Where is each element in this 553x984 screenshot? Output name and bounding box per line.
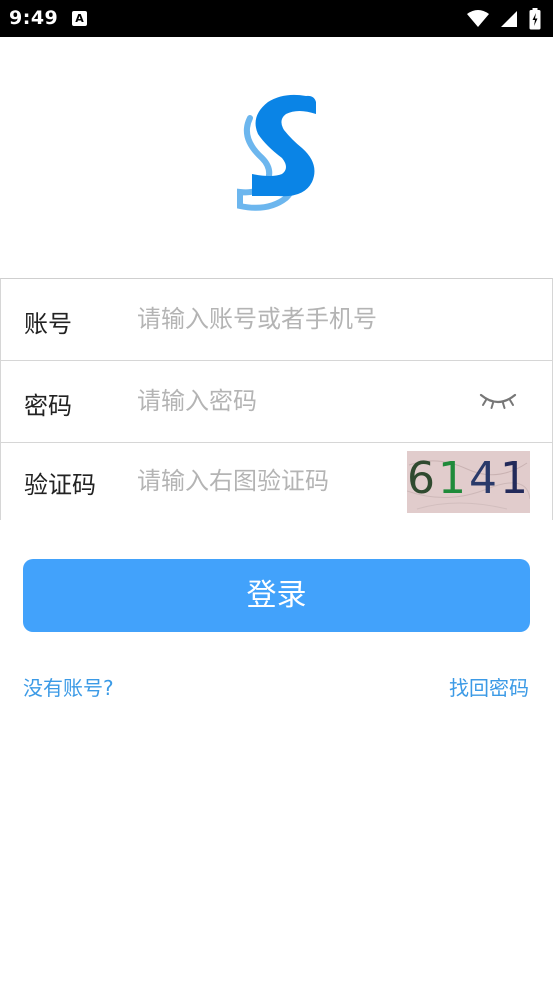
captcha-label: 验证码 [24, 471, 96, 499]
captcha-digit: 4 [469, 453, 500, 504]
signal-icon [500, 11, 517, 27]
captcha-image[interactable]: 6141 [407, 451, 530, 513]
status-icons [461, 8, 541, 30]
captcha-input[interactable] [137, 461, 392, 501]
password-input[interactable] [137, 381, 437, 421]
captcha-digits: 6141 [407, 453, 530, 504]
recover-password-link[interactable]: 找回密码 [449, 672, 529, 701]
password-row: 密码 [1, 361, 553, 443]
captcha-digit: 1 [500, 453, 530, 504]
password-visibility-toggle[interactable] [478, 389, 518, 413]
register-link[interactable]: 没有账号? [23, 672, 114, 701]
captcha-digit: 6 [407, 453, 438, 504]
login-form: 账号 密码 验证码 6141 [0, 278, 553, 520]
account-label: 账号 [24, 310, 72, 338]
app-logo [228, 90, 328, 215]
battery-icon [529, 8, 541, 30]
account-input[interactable] [137, 299, 437, 339]
account-row: 账号 [1, 279, 553, 361]
status-bar: 9:49 A [0, 0, 553, 37]
captcha-row: 验证码 6141 [1, 443, 553, 521]
app-logo-s-icon [237, 94, 316, 211]
wifi-icon [466, 10, 489, 27]
eye-closed-icon [479, 393, 517, 409]
captcha-digit: 1 [438, 453, 469, 504]
status-time: 9:49 [9, 7, 59, 29]
password-label: 密码 [24, 392, 72, 420]
notification-icon: A [72, 11, 87, 26]
login-button[interactable]: 登录 [23, 559, 530, 632]
